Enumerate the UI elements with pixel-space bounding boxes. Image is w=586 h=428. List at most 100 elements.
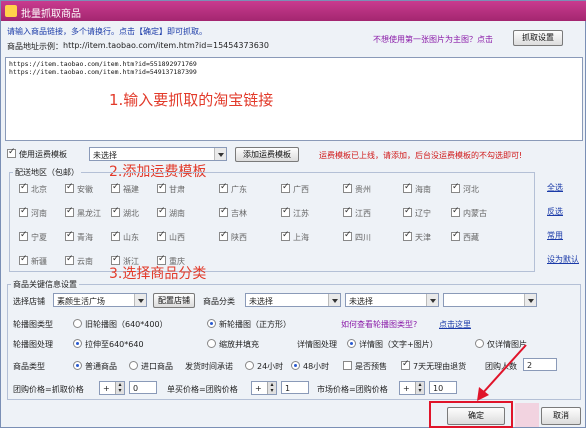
step1-annotation: 1.输入要抓取的淘宝链接 bbox=[109, 91, 274, 109]
region-checkbox[interactable]: 广西 bbox=[281, 182, 321, 196]
region-checkbox[interactable]: 陕西 bbox=[219, 230, 259, 244]
common-link[interactable]: 常用 bbox=[547, 230, 563, 241]
detail-process-label: 详情图处理 bbox=[297, 340, 337, 349]
region-checkbox[interactable]: 广东 bbox=[219, 182, 259, 196]
store-select[interactable]: 素颜生活广场 bbox=[53, 293, 147, 307]
ship-48h-radio[interactable]: 48小时 bbox=[291, 361, 329, 372]
region-checkbox[interactable]: 山东 bbox=[111, 230, 151, 244]
group-price-label: 团购价格=抓取价格 bbox=[13, 385, 84, 394]
set-default-link[interactable]: 设为默认 bbox=[547, 254, 579, 265]
single-price-input[interactable]: 1 bbox=[281, 381, 309, 394]
spin-arrows-icon: ▴ ▾ bbox=[267, 382, 276, 394]
use-template-checkbox[interactable]: 使用运费模板 bbox=[7, 147, 67, 160]
presale-checkbox[interactable]: 是否预售 bbox=[343, 361, 387, 372]
freight-warning: 运费模板已上线，请添加，后台没运费模板的不勾选即可! bbox=[319, 151, 523, 160]
stretch-radio[interactable]: 拉伸至640*640 bbox=[73, 339, 144, 350]
ship-24h-radio[interactable]: 24小时 bbox=[245, 361, 283, 372]
example-label: 商品地址示例： bbox=[7, 42, 63, 51]
checkbox-icon bbox=[7, 147, 16, 158]
region-checkbox[interactable]: 河北 bbox=[451, 182, 491, 196]
link-line: https://item.taobao.com/item.htm?id=5518… bbox=[9, 60, 197, 68]
chevron-down-icon bbox=[524, 294, 536, 306]
region-checkbox[interactable]: 江苏 bbox=[281, 206, 321, 220]
region-checkbox[interactable]: 海南 bbox=[403, 182, 443, 196]
region-checkbox[interactable]: 江西 bbox=[343, 206, 383, 220]
seven-day-return-checkbox[interactable]: 7天无理由退货 bbox=[401, 359, 466, 372]
product-info-legend: 商品关键信息设置 bbox=[11, 279, 79, 290]
market-price-input[interactable]: 10 bbox=[429, 381, 457, 394]
store-label: 选择店铺 bbox=[13, 297, 45, 306]
app-icon bbox=[5, 5, 17, 17]
carousel-type-label: 轮播图类型 bbox=[13, 320, 53, 329]
single-price-op-select[interactable]: + ▴ ▾ bbox=[251, 381, 277, 395]
main-image-hint: 不想使用第一张图片为主图？点击 bbox=[373, 35, 493, 44]
grab-settings-button[interactable]: 抓取设置 bbox=[513, 30, 563, 46]
market-price-op-select[interactable]: + ▴ ▾ bbox=[399, 381, 425, 395]
delivery-legend: 配送地区（包邮） bbox=[13, 167, 81, 178]
region-checkbox[interactable]: 吉林 bbox=[219, 206, 259, 220]
single-price-label: 单买价格=团购价格 bbox=[167, 385, 238, 394]
group-price-op-select[interactable]: + ▴ ▾ bbox=[99, 381, 125, 395]
market-price-label: 市场价格=团购价格 bbox=[317, 385, 388, 394]
region-checkbox[interactable]: 云南 bbox=[65, 254, 105, 268]
region-checkbox[interactable]: 北京 bbox=[19, 182, 59, 196]
chevron-down-icon bbox=[426, 294, 438, 306]
carousel-old-radio[interactable]: 旧轮播图（640*400） bbox=[73, 319, 168, 330]
link-line: https://item.taobao.com/item.htm?id=5491… bbox=[9, 68, 197, 76]
carousel-process-label: 轮播图处理 bbox=[13, 340, 53, 349]
region-checkbox[interactable]: 河南 bbox=[19, 206, 59, 220]
click-here-link[interactable]: 点击这里 bbox=[439, 319, 471, 330]
category-select-1[interactable]: 未选择 bbox=[245, 293, 341, 307]
cancel-button[interactable]: 取消 bbox=[541, 407, 581, 425]
region-checkbox[interactable]: 辽宁 bbox=[403, 206, 443, 220]
normal-product-radio[interactable]: 普通商品 bbox=[73, 361, 117, 372]
category-select-3[interactable] bbox=[443, 293, 537, 307]
product-type-label: 商品类型 bbox=[13, 362, 45, 371]
spin-arrows-icon: ▴ ▾ bbox=[415, 382, 424, 394]
region-checkbox[interactable]: 宁夏 bbox=[19, 230, 59, 244]
category-select-2[interactable]: 未选择 bbox=[345, 293, 439, 307]
region-checkbox[interactable]: 贵州 bbox=[343, 182, 383, 196]
example-url: http://item.taobao.com/item.htm?id=15454… bbox=[63, 41, 269, 50]
links-textarea[interactable]: https://item.taobao.com/item.htm?id=5518… bbox=[5, 57, 583, 141]
region-checkbox[interactable]: 上海 bbox=[281, 230, 321, 244]
region-checkbox[interactable]: 福建 bbox=[111, 182, 151, 196]
region-checkbox[interactable]: 甘肃 bbox=[157, 182, 197, 196]
region-checkbox[interactable]: 内蒙古 bbox=[451, 206, 491, 220]
detail-text-image-radio[interactable]: 详情图（文字+图片） bbox=[347, 339, 438, 350]
region-checkbox[interactable]: 四川 bbox=[343, 230, 383, 244]
title-bar: 批量抓取商品 bbox=[1, 1, 586, 21]
region-grid: 北京 安徽 福建 甘肃 广东 广西 贵州 海南 河北 河南 黑龙江 湖北 湖南 … bbox=[19, 182, 535, 272]
group-price-input[interactable]: 0 bbox=[129, 381, 157, 394]
instruction-text: 请输入商品链接，多个请换行。点击【确定】即可抓取。 bbox=[7, 27, 207, 36]
region-checkbox[interactable]: 湖北 bbox=[111, 206, 151, 220]
carousel-help-text: 如何查看轮播图类型? bbox=[341, 320, 418, 329]
confirm-button[interactable]: 确定 bbox=[447, 407, 505, 425]
region-checkbox[interactable]: 山西 bbox=[157, 230, 197, 244]
region-checkbox[interactable]: 青海 bbox=[65, 230, 105, 244]
region-checkbox[interactable]: 西藏 bbox=[451, 230, 491, 244]
region-checkbox[interactable]: 新疆 bbox=[19, 254, 59, 268]
invert-selection-link[interactable]: 反选 bbox=[547, 206, 563, 217]
region-checkbox[interactable]: 天津 bbox=[403, 230, 443, 244]
spin-arrows-icon: ▴ ▾ bbox=[115, 382, 124, 394]
select-all-link[interactable]: 全选 bbox=[547, 182, 563, 193]
chevron-down-icon bbox=[328, 294, 340, 306]
freight-template-select[interactable]: 未选择 bbox=[89, 147, 227, 161]
carousel-new-radio[interactable]: 新轮播图（正方形） bbox=[207, 319, 291, 330]
category-label: 商品分类 bbox=[203, 297, 235, 306]
decorative-pink-block bbox=[515, 403, 539, 427]
step3-annotation: 3.选择商品分类 bbox=[109, 266, 207, 282]
region-checkbox[interactable]: 黑龙江 bbox=[65, 206, 105, 220]
ship-time-label: 发货时间承诺 bbox=[185, 362, 233, 371]
region-checkbox[interactable]: 湖南 bbox=[157, 206, 197, 220]
shrink-radio[interactable]: 缩放并填充 bbox=[207, 339, 259, 350]
import-product-radio[interactable]: 进口商品 bbox=[129, 361, 173, 372]
config-store-button[interactable]: 配置店铺 bbox=[153, 293, 195, 308]
chevron-down-icon bbox=[134, 294, 146, 306]
chevron-down-icon bbox=[214, 148, 226, 160]
region-checkbox[interactable]: 安徽 bbox=[65, 182, 105, 196]
arrow-annotation-icon bbox=[477, 344, 527, 401]
batch-grab-dialog: 批量抓取商品 请输入商品链接，多个请换行。点击【确定】即可抓取。 商品地址示例：… bbox=[0, 0, 586, 428]
add-template-button[interactable]: 添加运费模板 bbox=[235, 147, 299, 162]
